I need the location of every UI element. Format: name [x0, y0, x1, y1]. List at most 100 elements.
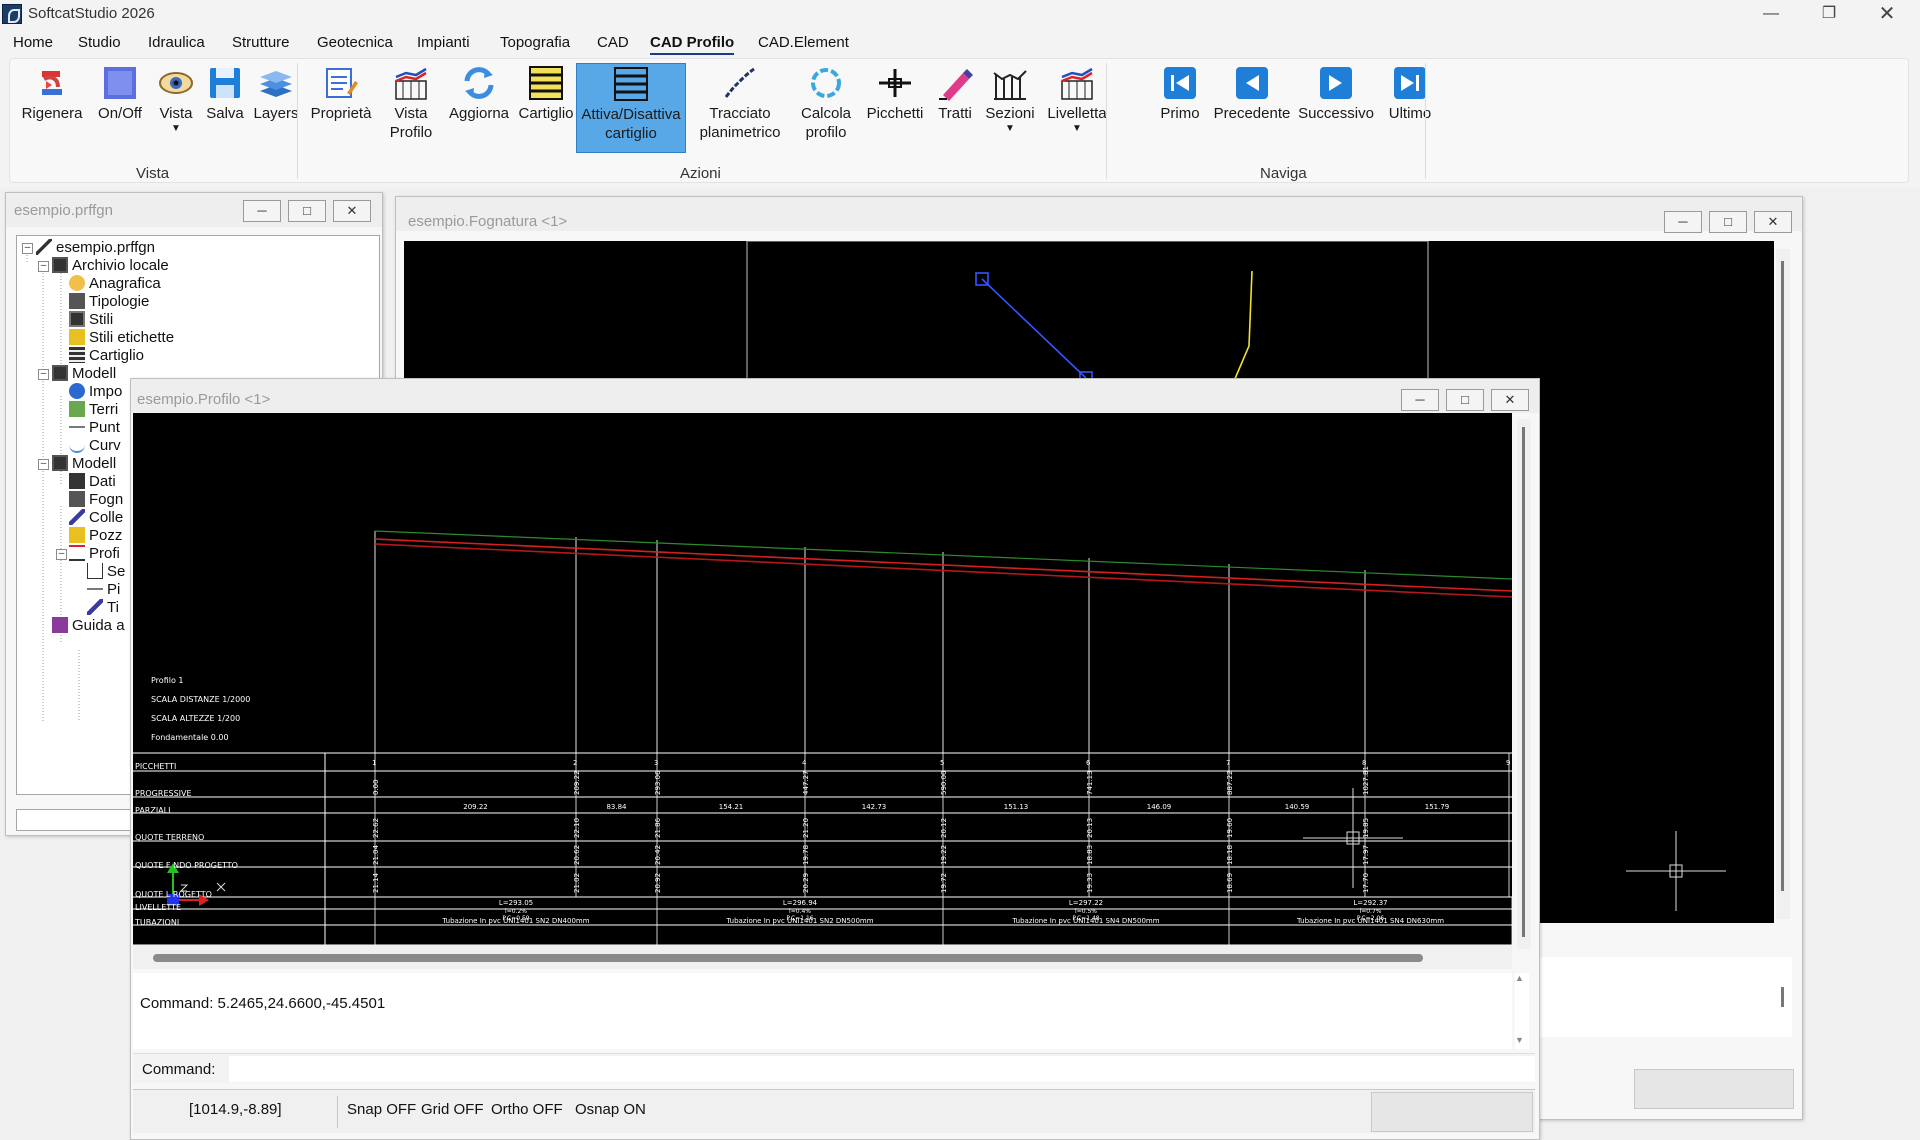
fognatura-cmd-scrollbar[interactable] [1776, 957, 1790, 1037]
tree-expander-icon[interactable]: – [38, 261, 49, 272]
profile-canvas[interactable]: Profilo 1 SCALA DISTANZE 1/2000 SCALA ALTE… [133, 413, 1513, 946]
close-button[interactable]: ✕ [1491, 389, 1529, 411]
tree-node-territorio[interactable]: Terri [69, 401, 118, 421]
menu-bar: Home Studio Idraulica Strutture Geotecni… [0, 30, 1920, 56]
onoff-button[interactable]: On/Off [90, 63, 150, 153]
command-history-scrollbar[interactable]: ▲ ▼ [1515, 973, 1529, 1049]
close-window-button[interactable]: ✕ [1858, 0, 1916, 28]
successivo-button[interactable]: Successivo [1294, 63, 1378, 153]
primo-button[interactable]: Primo [1152, 63, 1208, 153]
close-button[interactable]: ✕ [1754, 211, 1792, 233]
layers-button[interactable]: Layers [250, 63, 302, 153]
mdi-workspace: esempio.prffgn ─ □ ✕ – esempio.prffgn – … [0, 188, 1920, 1140]
onoff-icon [104, 67, 136, 99]
rigenera-button[interactable]: Rigenera [18, 63, 86, 153]
menu-cad[interactable]: CAD [597, 34, 629, 51]
regenerate-icon [42, 71, 62, 95]
parziale-value: 142.73 [862, 803, 887, 811]
maximize-button[interactable]: □ [288, 200, 326, 222]
restore-window-button[interactable]: ❐ [1800, 0, 1858, 28]
stake-icon [87, 581, 103, 597]
tools-icon [69, 293, 85, 309]
tree-node-fognatura[interactable]: Fogn [69, 491, 123, 511]
sezioni-button[interactable]: Sezioni ▼ [982, 63, 1038, 153]
menu-geotecnica[interactable]: Geotecnica [317, 34, 393, 51]
tree-node-impostazioni[interactable]: Impo [69, 383, 122, 403]
grade-line-icon [1061, 67, 1093, 100]
scroll-up-icon[interactable]: ▲ [1515, 973, 1524, 983]
tree-node-pozzetti[interactable]: Pozz [69, 527, 122, 547]
calcola-profilo-button[interactable]: Calcola profilo [794, 63, 858, 153]
attiva-disattiva-cartiglio-button[interactable]: Attiva/Disattiva cartiglio [576, 63, 686, 153]
menu-topografia[interactable]: Topografia [500, 34, 570, 51]
quota-terreno-value: 22.62 [372, 818, 380, 838]
tree-node-tipologie[interactable]: Tipologie [69, 293, 149, 313]
livelletta-button[interactable]: Livelletta ▼ [1040, 63, 1114, 153]
tree-node-stili[interactable]: Stili [69, 311, 113, 331]
tree-node-stili-etichette[interactable]: Stili etichette [69, 329, 174, 349]
minimize-button[interactable]: ─ [1401, 389, 1439, 411]
minimize-button[interactable]: ─ [243, 200, 281, 222]
profile-vertical-scrollbar[interactable] [1517, 419, 1531, 949]
tree-node-picchetti[interactable]: Pi [87, 581, 120, 601]
menu-idraulica[interactable]: Idraulica [148, 34, 205, 51]
tree-node-profili[interactable]: Profi [69, 545, 120, 565]
minimize-button[interactable]: ─ [1664, 211, 1702, 233]
salva-button[interactable]: Salva [203, 63, 247, 153]
tree-node-punti[interactable]: Punt [69, 419, 120, 439]
fognatura-vertical-scrollbar[interactable] [1776, 249, 1790, 919]
tree-node-dati[interactable]: Dati [69, 473, 116, 493]
grid-toggle[interactable]: Grid OFF [421, 1101, 484, 1118]
horizontal-scroll-thumb[interactable] [153, 954, 1423, 962]
snap-toggle[interactable]: Snap OFF [347, 1101, 416, 1118]
status-separator [337, 1096, 338, 1128]
tree-node-cartiglio[interactable]: Cartiglio [69, 347, 144, 367]
scroll-down-icon[interactable]: ▼ [1515, 1035, 1524, 1045]
minimize-window-button[interactable]: — [1742, 0, 1800, 28]
command-input[interactable] [229, 1056, 1535, 1082]
tree-node-modello-fognatura[interactable]: Modell [52, 455, 116, 475]
menu-cad-profilo[interactable]: CAD Profilo [650, 34, 735, 55]
tree-node-modello-terreno[interactable]: Modell [52, 365, 116, 385]
tree-node-curve[interactable]: Curv [69, 437, 121, 457]
chevron-down-icon: ▼ [1005, 123, 1015, 134]
menu-studio[interactable]: Studio [78, 34, 121, 51]
maximize-button[interactable]: □ [1446, 389, 1484, 411]
tree-expander-icon[interactable]: – [38, 459, 49, 470]
vista-button[interactable]: Vista ▼ [152, 63, 200, 153]
tree-node-guida[interactable]: Guida a [52, 617, 125, 637]
tratti-button[interactable]: Tratti [930, 63, 980, 153]
cartiglio-button[interactable]: Cartiglio [516, 63, 576, 153]
menu-home[interactable]: Home [13, 34, 53, 51]
tree-node-root[interactable]: esempio.prffgn [36, 239, 155, 259]
profile-horizontal-scrollbar[interactable] [133, 945, 1512, 969]
proprieta-button[interactable]: Proprietà [306, 63, 376, 153]
ultimo-button[interactable]: Ultimo [1382, 63, 1438, 153]
tree-expander-icon[interactable]: – [22, 243, 33, 254]
successivo-label: Successivo [1298, 105, 1374, 122]
tree-node-tratti[interactable]: Ti [87, 599, 119, 619]
vista-profilo-button[interactable]: Vista Profilo [382, 63, 440, 153]
progressiva-value: 1027.81 [1362, 766, 1370, 795]
picchetti-button[interactable]: Picchetti [862, 63, 928, 153]
tree-expander-icon[interactable]: – [38, 369, 49, 380]
profile-drawing: Profilo 1 SCALA DISTANZE 1/2000 SCALA ALTE… [133, 530, 1513, 946]
tree-node-collettori[interactable]: Colle [69, 509, 123, 529]
eye-icon [159, 72, 193, 94]
tree-node-sezioni[interactable]: Se [87, 563, 125, 583]
menu-strutture[interactable]: Strutture [232, 34, 290, 51]
tree-expander-icon[interactable]: – [56, 549, 67, 560]
maximize-button[interactable]: □ [1709, 211, 1747, 233]
tracciato-planimetrico-button[interactable]: Tracciato planimetrico [690, 63, 790, 153]
tree-node-archivio-locale[interactable]: Archivio locale [52, 257, 169, 277]
precedente-button[interactable]: Precedente [1210, 63, 1294, 153]
osnap-toggle[interactable]: Osnap ON [575, 1101, 646, 1118]
ortho-toggle[interactable]: Ortho OFF [491, 1101, 563, 1118]
profile-view-icon [395, 67, 427, 100]
menu-impianti[interactable]: Impianti [417, 34, 470, 51]
close-button[interactable]: ✕ [333, 200, 371, 222]
command-history-text: Command: 5.2465,24.6600,-45.4501 [140, 995, 386, 1012]
menu-cad-element[interactable]: CAD.Element [758, 34, 849, 51]
aggiorna-button[interactable]: Aggiorna [446, 63, 512, 153]
tree-node-anagrafica[interactable]: Anagrafica [69, 275, 161, 295]
